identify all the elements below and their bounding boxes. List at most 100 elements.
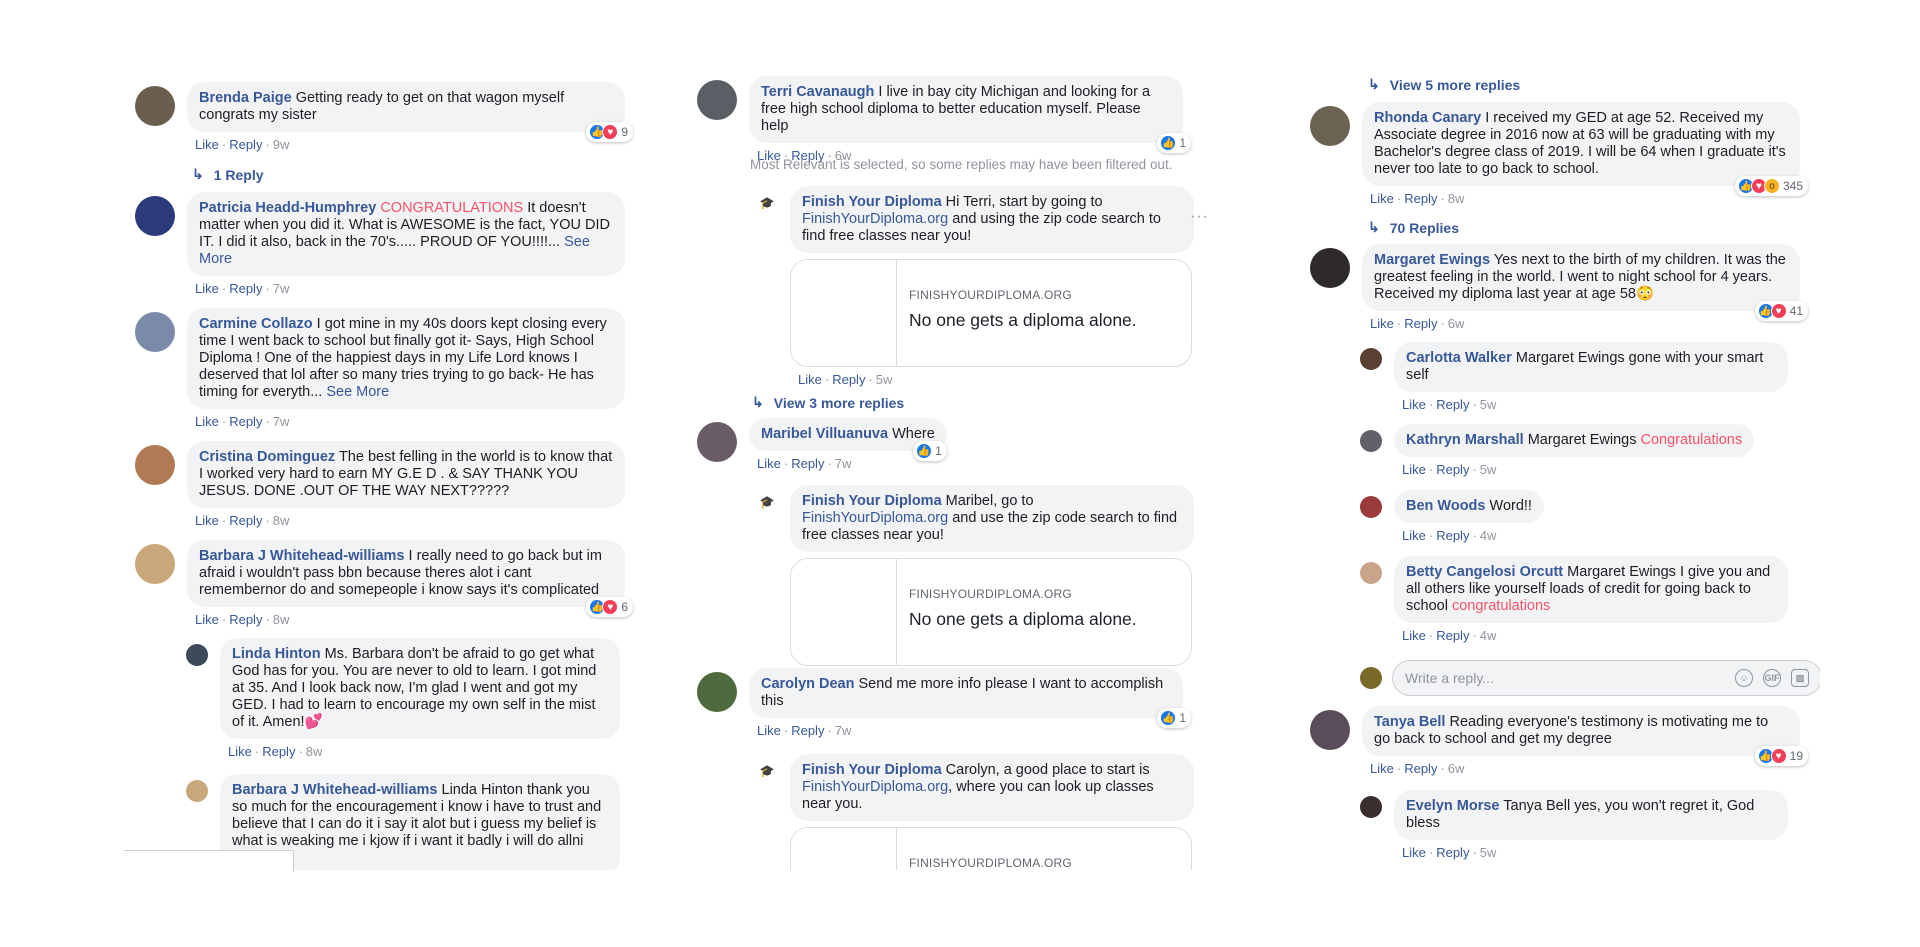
reply-link[interactable]: Reply bbox=[229, 513, 262, 528]
comment-author[interactable]: Betty Cangelosi Orcutt bbox=[1406, 564, 1563, 580]
like-link[interactable]: Like bbox=[798, 372, 822, 387]
comment-author[interactable]: Carlotta Walker bbox=[1406, 350, 1512, 366]
like-link[interactable]: Like bbox=[195, 513, 219, 528]
avatar[interactable] bbox=[186, 644, 208, 666]
emoji-icon[interactable]: ☺ bbox=[1735, 669, 1753, 687]
reactions-badge[interactable]: 👍 1 bbox=[913, 441, 947, 461]
avatar[interactable] bbox=[697, 672, 737, 712]
comment-author[interactable]: Linda Hinton bbox=[232, 646, 321, 662]
see-more-link[interactable]: See More bbox=[326, 384, 389, 400]
like-link[interactable]: Like bbox=[1402, 528, 1426, 543]
website-link[interactable]: FinishYourDiploma.org bbox=[802, 779, 948, 795]
comment-author[interactable]: Barbara J Whitehead-williams bbox=[199, 548, 404, 564]
link-preview-card[interactable]: FINISHYOURDIPLOMA.ORG bbox=[790, 827, 1192, 870]
comment-author[interactable]: Carmine Collazo bbox=[199, 316, 313, 332]
comment-author[interactable]: Finish Your Diploma bbox=[802, 762, 942, 778]
avatar[interactable] bbox=[1360, 496, 1382, 518]
reply-link[interactable]: Reply bbox=[791, 723, 824, 738]
comment-author[interactable]: Ben Woods bbox=[1406, 498, 1485, 514]
timestamp[interactable]: 5w bbox=[1480, 397, 1497, 412]
view-more-replies-link[interactable]: ↳ View 5 more replies bbox=[1368, 76, 1520, 93]
reply-link[interactable]: Reply bbox=[1404, 761, 1437, 776]
avatar[interactable] bbox=[186, 780, 208, 802]
like-link[interactable]: Like bbox=[195, 137, 219, 152]
timestamp[interactable]: 6w bbox=[1448, 316, 1465, 331]
avatar[interactable] bbox=[1360, 562, 1382, 584]
timestamp[interactable]: 5w bbox=[876, 372, 893, 387]
reply-link[interactable]: Reply bbox=[229, 414, 262, 429]
avatar[interactable] bbox=[135, 196, 175, 236]
comment-author[interactable]: Evelyn Morse bbox=[1406, 798, 1500, 814]
avatar[interactable] bbox=[1360, 430, 1382, 452]
reply-link[interactable]: Reply bbox=[1436, 845, 1469, 860]
reply-link[interactable]: Reply bbox=[262, 744, 295, 759]
more-options-icon[interactable]: ··· bbox=[1190, 208, 1209, 226]
timestamp[interactable]: 7w bbox=[273, 414, 290, 429]
like-link[interactable]: Like bbox=[1402, 628, 1426, 643]
reply-link[interactable]: Reply bbox=[229, 612, 262, 627]
like-link[interactable]: Like bbox=[1370, 316, 1394, 331]
comment-author[interactable]: Cristina Dominguez bbox=[199, 449, 335, 465]
sticker-icon[interactable]: ▨ bbox=[1791, 669, 1809, 687]
avatar[interactable] bbox=[135, 86, 175, 126]
like-link[interactable]: Like bbox=[195, 612, 219, 627]
comment-author[interactable]: Margaret Ewings bbox=[1374, 252, 1490, 268]
like-link[interactable]: Like bbox=[1402, 462, 1426, 477]
avatar[interactable] bbox=[135, 544, 175, 584]
comment-author[interactable]: Maribel Villuanuva bbox=[761, 426, 888, 442]
reply-link[interactable]: Reply bbox=[1404, 191, 1437, 206]
reply-link[interactable]: Reply bbox=[1436, 628, 1469, 643]
avatar[interactable] bbox=[135, 445, 175, 485]
timestamp[interactable]: 8w bbox=[1448, 191, 1465, 206]
timestamp[interactable]: 5w bbox=[1480, 462, 1497, 477]
comment-author[interactable]: Barbara J Whitehead-williams bbox=[232, 782, 437, 798]
like-link[interactable]: Like bbox=[1402, 397, 1426, 412]
avatar[interactable] bbox=[1360, 796, 1382, 818]
reactions-badge[interactable]: 👍 1 bbox=[1157, 708, 1191, 728]
reply-link[interactable]: Reply bbox=[229, 281, 262, 296]
avatar[interactable] bbox=[1310, 106, 1350, 146]
avatar[interactable] bbox=[697, 80, 737, 120]
reactions-badge[interactable]: 👍 ♥ 6 bbox=[586, 597, 633, 617]
reply-link[interactable]: Reply bbox=[1436, 397, 1469, 412]
like-link[interactable]: Like bbox=[1402, 845, 1426, 860]
timestamp[interactable]: 5w bbox=[1480, 845, 1497, 860]
like-link[interactable]: Like bbox=[757, 456, 781, 471]
graduation-cap-icon[interactable]: 🎓 bbox=[756, 491, 778, 513]
like-link[interactable]: Like bbox=[228, 744, 252, 759]
reactions-badge[interactable]: 👍 ♥ 41 bbox=[1754, 301, 1808, 321]
avatar[interactable] bbox=[1360, 348, 1382, 370]
link-preview-card[interactable]: FINISHYOURDIPLOMA.ORG No one gets a dipl… bbox=[790, 558, 1192, 666]
reactions-badge[interactable]: 👍 1 bbox=[1157, 133, 1191, 153]
timestamp[interactable]: 9w bbox=[273, 137, 290, 152]
gif-icon[interactable]: GIF bbox=[1763, 669, 1781, 687]
like-link[interactable]: Like bbox=[1370, 761, 1394, 776]
avatar[interactable] bbox=[697, 422, 737, 462]
timestamp[interactable]: 4w bbox=[1480, 628, 1497, 643]
comment-author[interactable]: Rhonda Canary bbox=[1374, 110, 1481, 126]
like-link[interactable]: Like bbox=[1370, 191, 1394, 206]
reply-link[interactable]: Reply bbox=[1436, 462, 1469, 477]
timestamp[interactable]: 8w bbox=[273, 612, 290, 627]
website-link[interactable]: FinishYourDiploma.org bbox=[802, 510, 948, 526]
comment-author[interactable]: Kathryn Marshall bbox=[1406, 432, 1524, 448]
current-user-avatar[interactable] bbox=[1360, 667, 1382, 689]
reactions-badge[interactable]: 👍 ♥ 9 bbox=[586, 122, 633, 142]
reply-link[interactable]: Reply bbox=[791, 456, 824, 471]
reactions-badge[interactable]: 👍 ♥ 19 bbox=[1754, 746, 1808, 766]
timestamp[interactable]: 6w bbox=[1448, 761, 1465, 776]
comment-author[interactable]: Finish Your Diploma bbox=[802, 194, 942, 210]
like-link[interactable]: Like bbox=[757, 723, 781, 738]
timestamp[interactable]: 7w bbox=[835, 456, 852, 471]
reply-link[interactable]: Reply bbox=[1404, 316, 1437, 331]
comment-author[interactable]: Tanya Bell bbox=[1374, 714, 1445, 730]
timestamp[interactable]: 8w bbox=[273, 513, 290, 528]
timestamp[interactable]: 4w bbox=[1480, 528, 1497, 543]
view-replies-link[interactable]: ↳ 1 Reply bbox=[192, 166, 264, 183]
link-preview-card[interactable]: FINISHYOURDIPLOMA.ORG No one gets a dipl… bbox=[790, 259, 1192, 367]
graduation-cap-icon[interactable]: 🎓 bbox=[756, 760, 778, 782]
website-link[interactable]: FinishYourDiploma.org bbox=[802, 211, 948, 227]
graduation-cap-icon[interactable]: 🎓 bbox=[756, 192, 778, 214]
comment-author[interactable]: Brenda Paige bbox=[199, 90, 292, 106]
timestamp[interactable]: 7w bbox=[835, 723, 852, 738]
